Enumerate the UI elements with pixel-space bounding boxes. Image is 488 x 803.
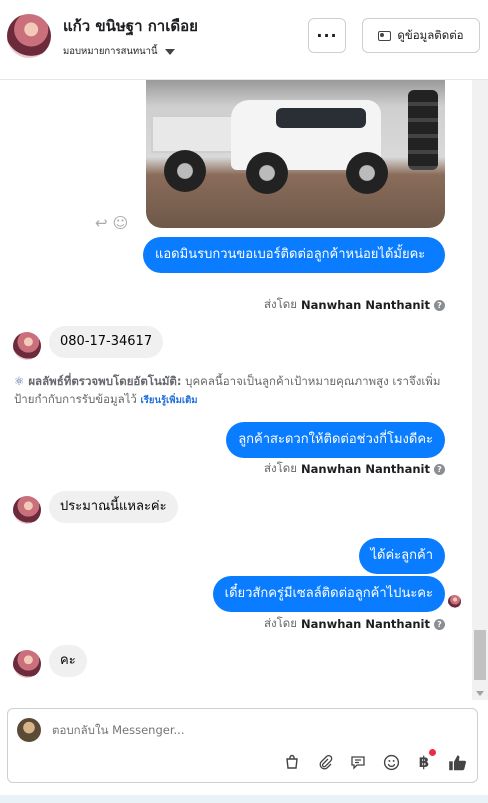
saved-reply-icon[interactable]: [348, 752, 368, 772]
auto-detect-label: ผลลัพธ์ที่ตรวจพบโดยอัตโนมัติ:: [28, 374, 182, 388]
conversation-header: แก้ว ขนิษฐา กาเดือย มอบหมายการสนทนานี้ ·…: [0, 0, 488, 80]
sent-by-name: Nanwhan Nanthanit: [301, 617, 430, 631]
contact-small-avatar[interactable]: [13, 650, 41, 678]
sent-by-name: Nanwhan Nanthanit: [301, 298, 430, 312]
like-icon[interactable]: [447, 752, 467, 772]
info-icon[interactable]: ?: [434, 463, 445, 475]
view-contact-button[interactable]: ดูข้อมูลติดต่อ: [362, 18, 480, 53]
more-options-button[interactable]: ···: [308, 18, 346, 53]
message-out[interactable]: ได้ค่ะลูกค้า: [358, 538, 445, 574]
sent-by-line: ส่งโดย Nanwhan Nanthanit ?: [264, 460, 445, 478]
message-actions: ↩ ☺: [95, 214, 128, 232]
attachment-icon[interactable]: [315, 752, 335, 772]
truck-front-wheel: [246, 152, 288, 194]
message-in[interactable]: คะ: [49, 645, 87, 677]
info-icon[interactable]: ?: [434, 618, 445, 630]
footer-strip: [0, 795, 488, 803]
scrollbar-thumb[interactable]: [474, 630, 486, 680]
assign-conversation-dropdown[interactable]: มอบหมายการสนทนานี้: [63, 44, 175, 59]
reply-input[interactable]: [52, 723, 452, 737]
message-out[interactable]: แอดมินรบกวนขอเบอร์ติดต่อลูกค้าหน่อยได้มั…: [143, 237, 445, 273]
message-out[interactable]: ลูกค้าสะดวกให้ติดต่อช่วงกี่โมงดีคะ: [226, 422, 445, 458]
sent-by-prefix: ส่งโดย: [263, 461, 298, 475]
sent-by-prefix: ส่งโดย: [263, 297, 298, 311]
info-icon[interactable]: ?: [434, 299, 445, 311]
truck-window-shape: [276, 108, 366, 128]
message-in[interactable]: ประมาณนี้แหละค่ะ: [49, 491, 178, 523]
page-avatar: [17, 718, 41, 742]
more-icon: ···: [316, 26, 338, 45]
message-out[interactable]: เดี๋ยวสักครู่มีเซลล์ติดต่อลูกค้าไปนะคะ: [212, 576, 445, 612]
sent-by-line: ส่งโดย Nanwhan Nanthanit ?: [264, 296, 445, 314]
tire-stack: [408, 90, 438, 170]
thread-scrollbar[interactable]: [472, 80, 488, 700]
message-thread: ↩ ☺ แอดมินรบกวนขอเบอร์ติดต่อลูกค้าหน่อยไ…: [0, 80, 488, 700]
reply-composer: ฿: [7, 708, 478, 783]
assign-label: มอบหมายการสนทนานี้: [63, 46, 158, 57]
contact-small-avatar[interactable]: [13, 332, 41, 360]
composer-toolbar: ฿: [282, 749, 467, 772]
scroll-down-arrow-icon[interactable]: [476, 691, 484, 696]
contact-small-avatar[interactable]: [13, 496, 41, 524]
contact-avatar[interactable]: [7, 14, 51, 58]
emoji-icon[interactable]: ☺: [113, 214, 129, 232]
view-contact-label: ดูข้อมูลติดต่อ: [397, 27, 464, 42]
reply-icon[interactable]: ↩: [95, 214, 108, 232]
chevron-down-icon: [164, 48, 175, 55]
sent-by-line: ส่งโดย Nanwhan Nanthanit ?: [264, 615, 445, 633]
sticker-icon[interactable]: [381, 752, 401, 772]
truck-bed-shape: [151, 115, 241, 153]
truck-photo[interactable]: [146, 80, 445, 228]
sent-by-prefix: ส่งโดย: [263, 616, 298, 630]
truck-front-wheel-2: [346, 152, 388, 194]
shopping-bag-icon[interactable]: [282, 752, 302, 772]
contact-name[interactable]: แก้ว ขนิษฐา กาเดือย: [63, 14, 198, 38]
seen-avatar: [448, 595, 461, 608]
baht-payment-icon[interactable]: ฿: [414, 749, 436, 772]
sent-by-name: Nanwhan Nanthanit: [301, 462, 430, 476]
truck-rear-wheel: [164, 150, 206, 192]
message-in[interactable]: 080-17-34617: [49, 326, 164, 358]
notification-dot: [429, 749, 436, 756]
learn-more-link[interactable]: เรียนรู้เพิ่มเติม: [141, 395, 198, 406]
atom-icon: ⚛: [14, 374, 25, 388]
contact-card-icon: [378, 30, 392, 41]
auto-detect-notice: ⚛ ผลลัพธ์ที่ตรวจพบโดยอัตโนมัติ: บุคคลนี้อ…: [14, 372, 449, 410]
